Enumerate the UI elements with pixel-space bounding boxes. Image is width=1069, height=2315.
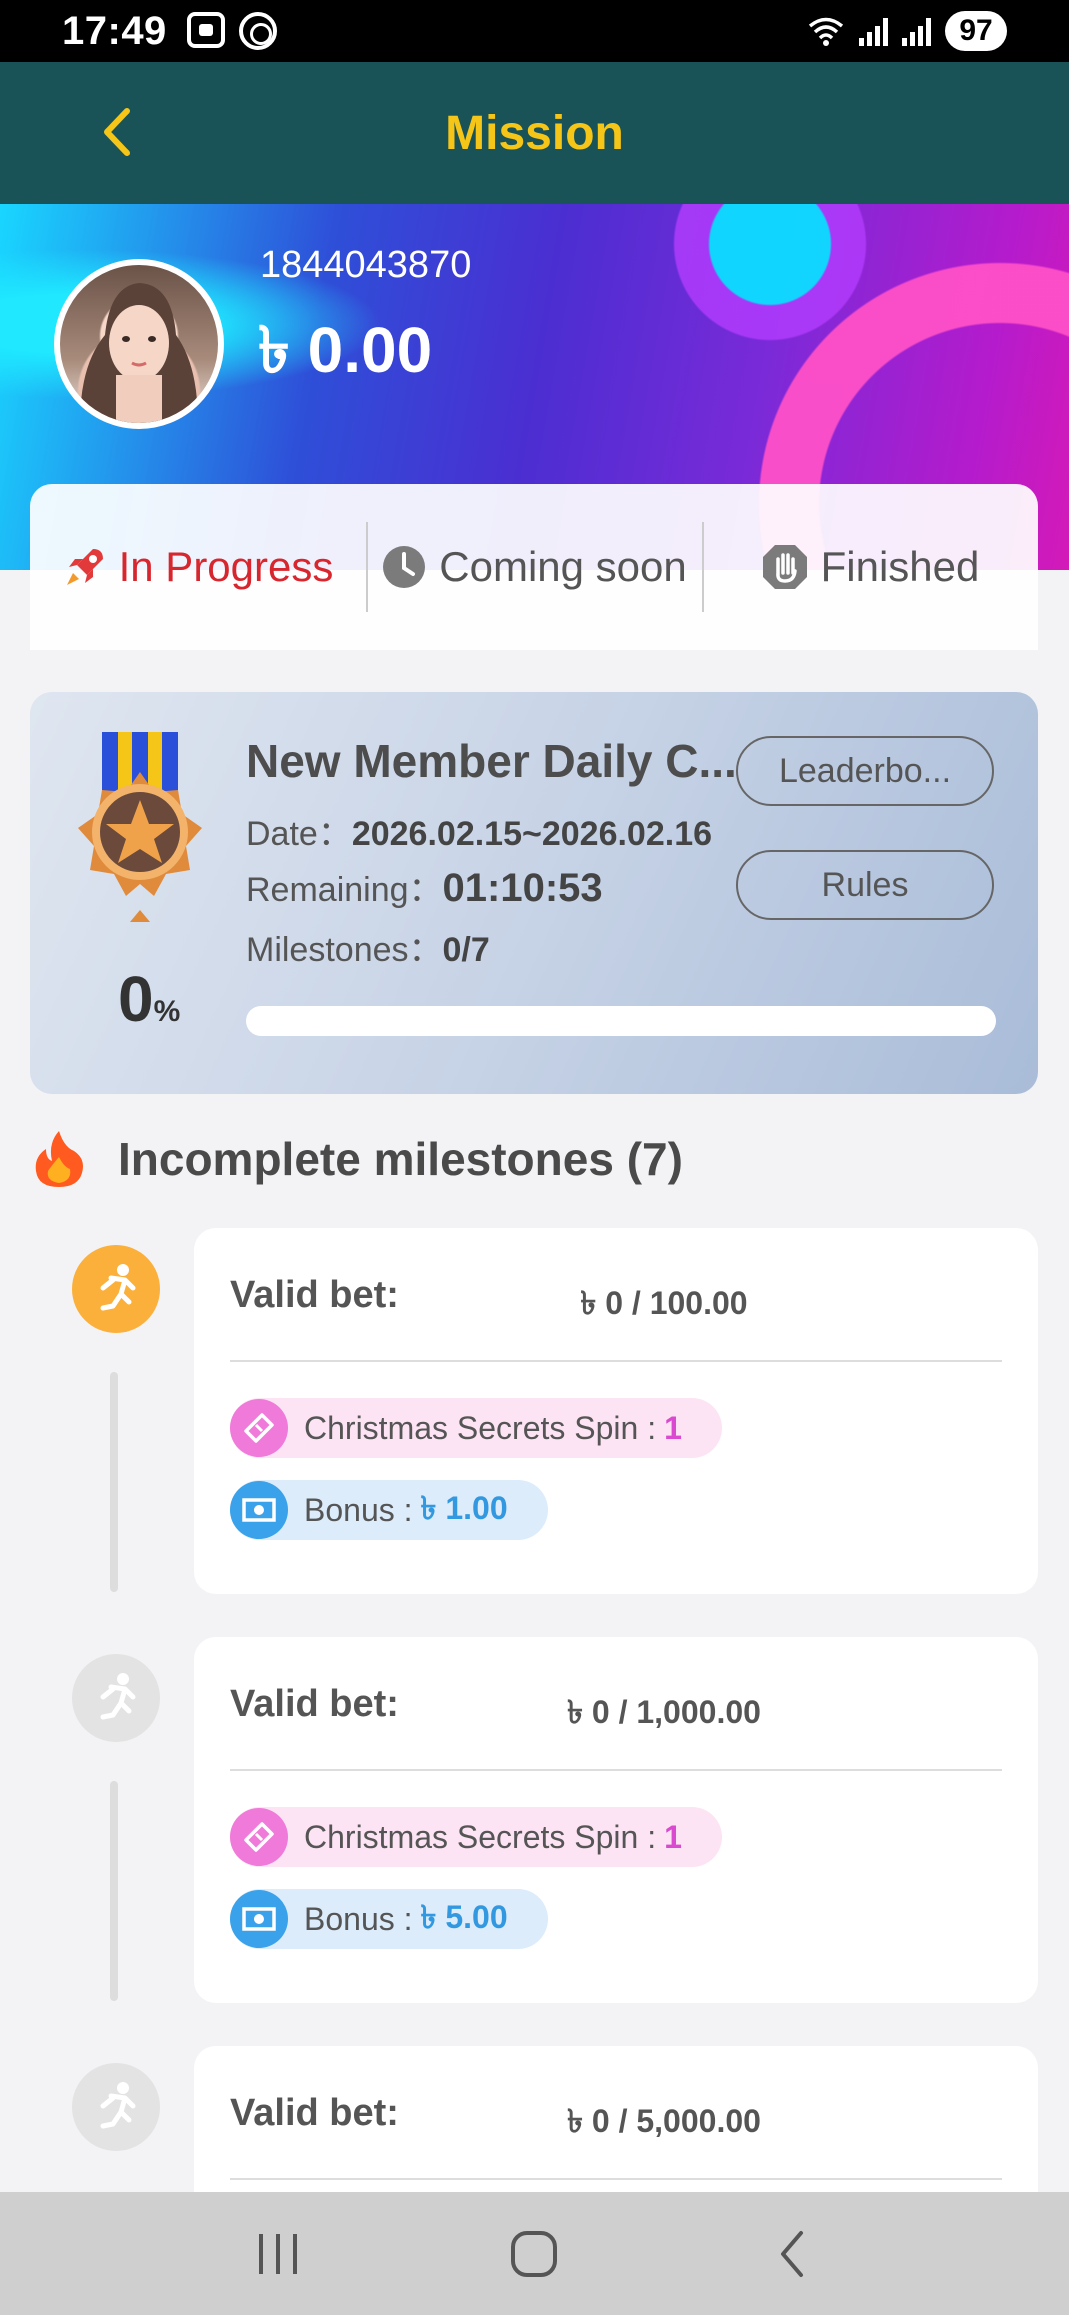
home-button[interactable]: [494, 2214, 574, 2294]
divider: [230, 1360, 1002, 1362]
rocket-icon: [66, 549, 103, 585]
tab-label: In Progress: [118, 543, 334, 590]
back-arrow-icon: [780, 2230, 803, 2277]
running-person-icon: [100, 2082, 136, 2129]
milestone-card: Valid bet: ৳ 0 / 100.00 Christmas Secret…: [194, 1228, 1038, 1594]
tab-label: Coming soon: [439, 543, 687, 590]
timeline-connector: [110, 1372, 118, 1592]
running-person-icon: [100, 1673, 136, 1720]
reward-label: Bonus :: [304, 1900, 413, 1937]
reward-label: Bonus :: [304, 1491, 413, 1528]
tab-in-progress[interactable]: In Progress: [30, 522, 366, 612]
hand-stop-icon: [762, 545, 807, 589]
page-title: Mission: [445, 106, 624, 160]
milestone-label: Valid bet:: [230, 1274, 399, 1316]
milestone-value: ৳ 0 / 5,000.00: [567, 2103, 761, 2139]
status-bar: 17:49 97: [0, 0, 1069, 62]
ticket-icon: [230, 1399, 288, 1457]
fire-icon: [35, 1131, 83, 1187]
reward-label: Christmas Secrets Spin :: [304, 1818, 657, 1855]
running-person-icon: [100, 1264, 136, 1311]
event-date: Date：2026.02.15~2026.02.16: [246, 815, 713, 853]
medal-icon: [78, 732, 202, 922]
mission-event-card: 0% New Member Daily C... Date：2026.02.15…: [30, 692, 1038, 1094]
cash-icon: [230, 1890, 288, 1948]
ticket-icon: [230, 1808, 288, 1866]
event-progress-bar: [246, 1006, 996, 1036]
leaderboard-button[interactable]: Leaderbo...: [736, 736, 994, 806]
system-nav-bar: [0, 2192, 1069, 2315]
user-id: 1844043870: [260, 244, 472, 286]
home-icon: [511, 2230, 558, 2277]
milestone-value: ৳ 0 / 100.00: [580, 1285, 748, 1321]
avatar-image: [80, 283, 198, 423]
milestone-label: Valid bet:: [230, 2092, 399, 2134]
reward-spin-chip: Christmas Secrets Spin : 1: [230, 1398, 722, 1458]
reward-spin-chip: Christmas Secrets Spin : 1: [230, 1807, 722, 1867]
divider: [230, 1769, 1002, 1771]
tab-coming-soon[interactable]: Coming soon: [366, 522, 702, 612]
status-time: 17:49: [62, 8, 167, 53]
battery-indicator: 97: [945, 11, 1007, 51]
milestone-status-icon: [72, 1654, 160, 1742]
reward-value: ৳ 5.00: [420, 1899, 508, 1935]
event-milestones: Milestones：0/7: [246, 931, 490, 969]
tab-label: Finished: [820, 543, 980, 590]
divider: [230, 2178, 1002, 2180]
avatar[interactable]: [54, 259, 224, 429]
recent-apps-icon: [259, 2233, 298, 2274]
signal-icon-2: [902, 16, 931, 46]
system-back-button[interactable]: [751, 2214, 831, 2294]
timeline-connector: [110, 1781, 118, 2001]
milestone-card: Valid bet: ৳ 0 / 1,000.00 Christmas Secr…: [194, 1637, 1038, 2003]
milestone-label: Valid bet:: [230, 1683, 399, 1725]
progress-percent: 0%: [118, 963, 181, 1035]
cash-icon: [230, 1481, 288, 1539]
section-header: Incomplete milestones (7): [30, 1124, 683, 1194]
milestone-card: Valid bet: ৳ 0 / 5,000.00: [194, 2046, 1038, 2192]
section-title: Incomplete milestones (7): [118, 1133, 683, 1185]
reward-value: 1: [664, 1409, 682, 1446]
balance-amount: ৳ 0.00: [258, 314, 433, 386]
milestone-status-icon: [72, 1245, 160, 1333]
wifi-icon: [808, 17, 844, 46]
reward-bonus-chip: Bonus : ৳ 5.00: [230, 1889, 548, 1949]
app-header: Mission: [0, 62, 1069, 204]
clock-icon: [383, 546, 426, 588]
reward-value: ৳ 1.00: [420, 1490, 508, 1526]
event-title: New Member Daily C...: [246, 735, 737, 787]
milestone-status-icon: [72, 2063, 160, 2151]
event-remaining: Remaining：01:10:53: [246, 866, 603, 910]
screenshot-icon: [186, 12, 225, 48]
rules-button[interactable]: Rules: [736, 850, 994, 920]
reward-value: 1: [664, 1818, 682, 1855]
mission-tabs: In Progress Coming soon Finished: [30, 484, 1038, 650]
chevron-left-icon: [104, 108, 130, 156]
reward-label: Christmas Secrets Spin :: [304, 1409, 657, 1446]
tab-finished[interactable]: Finished: [702, 522, 1038, 612]
back-button[interactable]: [86, 102, 146, 162]
milestone-value: ৳ 0 / 1,000.00: [567, 1694, 761, 1730]
signal-icon: [859, 16, 888, 46]
nfc-icon: [238, 12, 277, 50]
reward-bonus-chip: Bonus : ৳ 1.00: [230, 1480, 548, 1540]
recent-apps-button[interactable]: [238, 2214, 318, 2294]
